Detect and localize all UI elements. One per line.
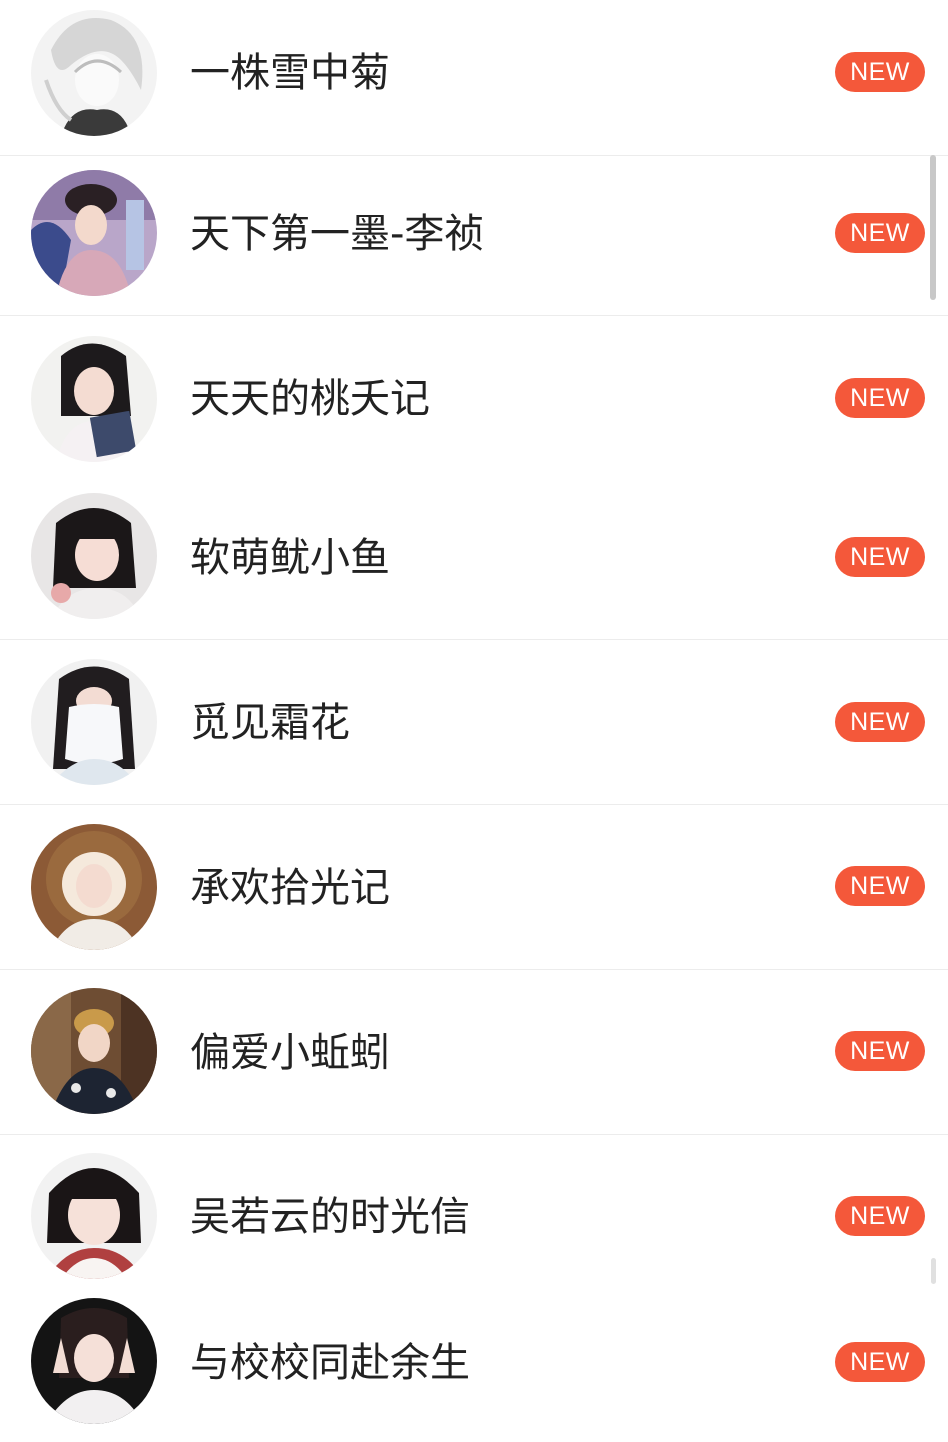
scrollbar-marker [931, 1258, 936, 1284]
list-item[interactable]: 一株雪中菊 NEW [0, 0, 948, 156]
new-badge: NEW [835, 1031, 925, 1071]
new-badge: NEW [835, 1196, 925, 1236]
avatar[interactable] [31, 336, 157, 462]
item-name[interactable]: 与校校同赴余生 [190, 1339, 470, 1387]
new-badge: NEW [835, 52, 925, 92]
avatar[interactable] [31, 824, 157, 950]
list-item[interactable]: 吴若云的时光信 NEW [0, 1135, 948, 1285]
item-name[interactable]: 觅见霜花 [190, 699, 350, 747]
item-name[interactable]: 一株雪中菊 [190, 49, 390, 97]
list-item[interactable]: 软萌鱿小鱼 NEW [0, 479, 948, 640]
avatar[interactable] [31, 493, 157, 619]
scrollbar-thumb[interactable] [930, 155, 936, 300]
item-name[interactable]: 偏爱小蚯蚓 [190, 1029, 390, 1077]
list-item[interactable]: 天下第一墨-李祯 NEW [0, 156, 948, 316]
item-name[interactable]: 软萌鱿小鱼 [190, 534, 390, 582]
avatar[interactable] [31, 170, 157, 296]
new-badge: NEW [835, 866, 925, 906]
new-badge: NEW [835, 702, 925, 742]
list-item[interactable]: 觅见霜花 NEW [0, 640, 948, 805]
avatar[interactable] [31, 1153, 157, 1279]
list-item[interactable]: 偏爱小蚯蚓 NEW [0, 970, 948, 1135]
avatar[interactable] [31, 988, 157, 1114]
item-name[interactable]: 承欢拾光记 [190, 864, 390, 912]
new-badge: NEW [835, 1342, 925, 1382]
list-item[interactable]: 天天的桃夭记 NEW [0, 316, 948, 479]
new-badge: NEW [835, 213, 925, 253]
avatar[interactable] [31, 10, 157, 136]
new-badge: NEW [835, 378, 925, 418]
list-item[interactable]: 与校校同赴余生 NEW [0, 1285, 948, 1442]
avatar[interactable] [31, 1298, 157, 1424]
item-name[interactable]: 天下第一墨-李祯 [190, 210, 484, 258]
item-name[interactable]: 吴若云的时光信 [190, 1193, 470, 1241]
item-name[interactable]: 天天的桃夭记 [190, 375, 430, 423]
list-item[interactable]: 承欢拾光记 NEW [0, 805, 948, 970]
new-badge: NEW [835, 537, 925, 577]
avatar[interactable] [31, 659, 157, 785]
